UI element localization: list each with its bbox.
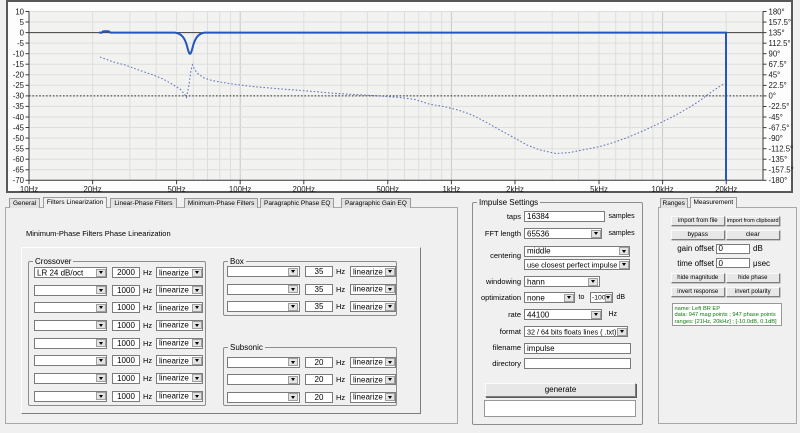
- svg-text:2kHz: 2kHz: [506, 185, 524, 194]
- svg-text:-10: -10: [13, 50, 25, 59]
- svg-text:180°: 180°: [769, 7, 785, 16]
- svg-text:-45°: -45°: [769, 113, 783, 122]
- svg-text:1kHz: 1kHz: [443, 185, 461, 194]
- svg-text:50Hz: 50Hz: [167, 185, 185, 194]
- svg-text:0: 0: [20, 28, 25, 37]
- svg-text:0°: 0°: [769, 92, 776, 101]
- svg-text:112.5°: 112.5°: [769, 39, 791, 48]
- svg-text:-65: -65: [13, 166, 25, 175]
- svg-text:-35: -35: [13, 102, 25, 111]
- svg-text:-50: -50: [13, 134, 25, 143]
- svg-text:-70: -70: [13, 176, 25, 185]
- svg-text:10: 10: [15, 7, 24, 16]
- svg-text:500Hz: 500Hz: [377, 185, 400, 194]
- svg-text:-30: -30: [13, 92, 25, 101]
- svg-text:67.5°: 67.5°: [769, 60, 787, 69]
- svg-text:20Hz: 20Hz: [83, 185, 101, 194]
- svg-text:-90°: -90°: [769, 134, 783, 143]
- svg-text:-135°: -135°: [769, 155, 788, 164]
- svg-text:-180°: -180°: [769, 176, 788, 185]
- svg-text:-22.5°: -22.5°: [769, 102, 790, 111]
- svg-text:22.5°: 22.5°: [769, 81, 787, 90]
- svg-text:-157.5°: -157.5°: [769, 166, 794, 175]
- svg-text:-40: -40: [13, 113, 25, 122]
- svg-text:-112.5°: -112.5°: [769, 145, 794, 154]
- svg-text:-55: -55: [13, 145, 25, 154]
- svg-text:200Hz: 200Hz: [293, 185, 316, 194]
- svg-text:-25: -25: [13, 81, 25, 90]
- svg-text:-67.5°: -67.5°: [769, 123, 790, 132]
- svg-text:-60: -60: [13, 155, 25, 164]
- svg-text:5kHz: 5kHz: [590, 185, 608, 194]
- svg-text:-45: -45: [13, 123, 25, 132]
- svg-text:-20: -20: [13, 71, 25, 80]
- svg-text:90°: 90°: [769, 50, 781, 59]
- svg-text:100Hz: 100Hz: [229, 185, 252, 194]
- svg-text:45°: 45°: [769, 71, 781, 80]
- svg-text:20kHz: 20kHz: [715, 185, 737, 194]
- svg-text:10kHz: 10kHz: [652, 185, 674, 194]
- svg-text:157.5°: 157.5°: [769, 18, 792, 27]
- svg-text:135°: 135°: [769, 28, 785, 37]
- svg-text:-5: -5: [17, 39, 25, 48]
- svg-text:5: 5: [20, 18, 25, 27]
- svg-text:-15: -15: [13, 60, 25, 69]
- svg-text:10Hz: 10Hz: [20, 185, 38, 194]
